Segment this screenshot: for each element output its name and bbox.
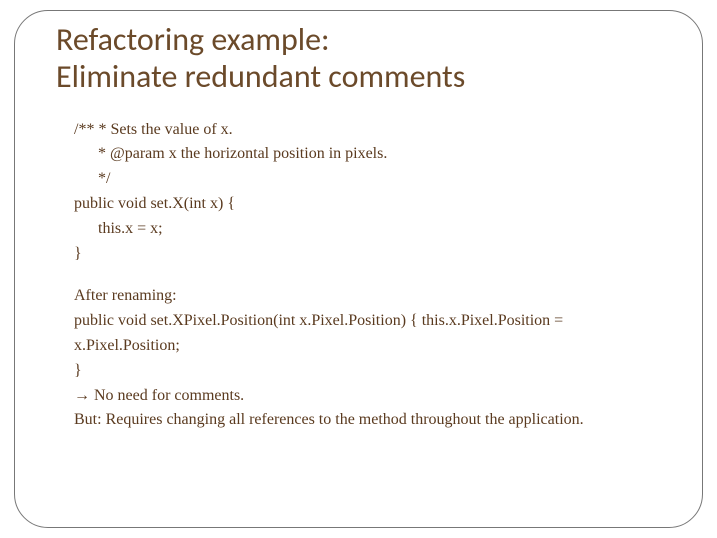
code1-line5: this.x = x; [74, 217, 661, 242]
slide-body: /** * Sets the value of x. * @param x th… [74, 118, 661, 434]
code2-line1: public void set.XPixel.Position(int x.Pi… [74, 309, 661, 359]
note-but: But: Requires changing all references to… [74, 408, 661, 433]
code1-line4: public void set.X(int x) { [74, 192, 661, 217]
note-no-need: → No need for comments. [74, 384, 661, 409]
code2-line2: } [74, 359, 661, 384]
title-line1: Refactoring example:Eliminate redundant … [56, 20, 465, 96]
note-no-need-text: No need for comments. [90, 387, 244, 404]
code1-line1: /** * Sets the value of x. [74, 118, 661, 143]
spacer [74, 266, 661, 284]
code1-line6: } [74, 242, 661, 267]
slide-title: Refactoring example:Eliminate redundant … [56, 22, 681, 96]
code1-line3: */ [74, 167, 661, 192]
slide: Refactoring example:Eliminate redundant … [0, 0, 717, 538]
after-renaming-label: After renaming: [74, 284, 661, 309]
arrow-icon: → [74, 387, 90, 404]
code1-line2: * @param x the horizontal position in pi… [74, 142, 661, 167]
